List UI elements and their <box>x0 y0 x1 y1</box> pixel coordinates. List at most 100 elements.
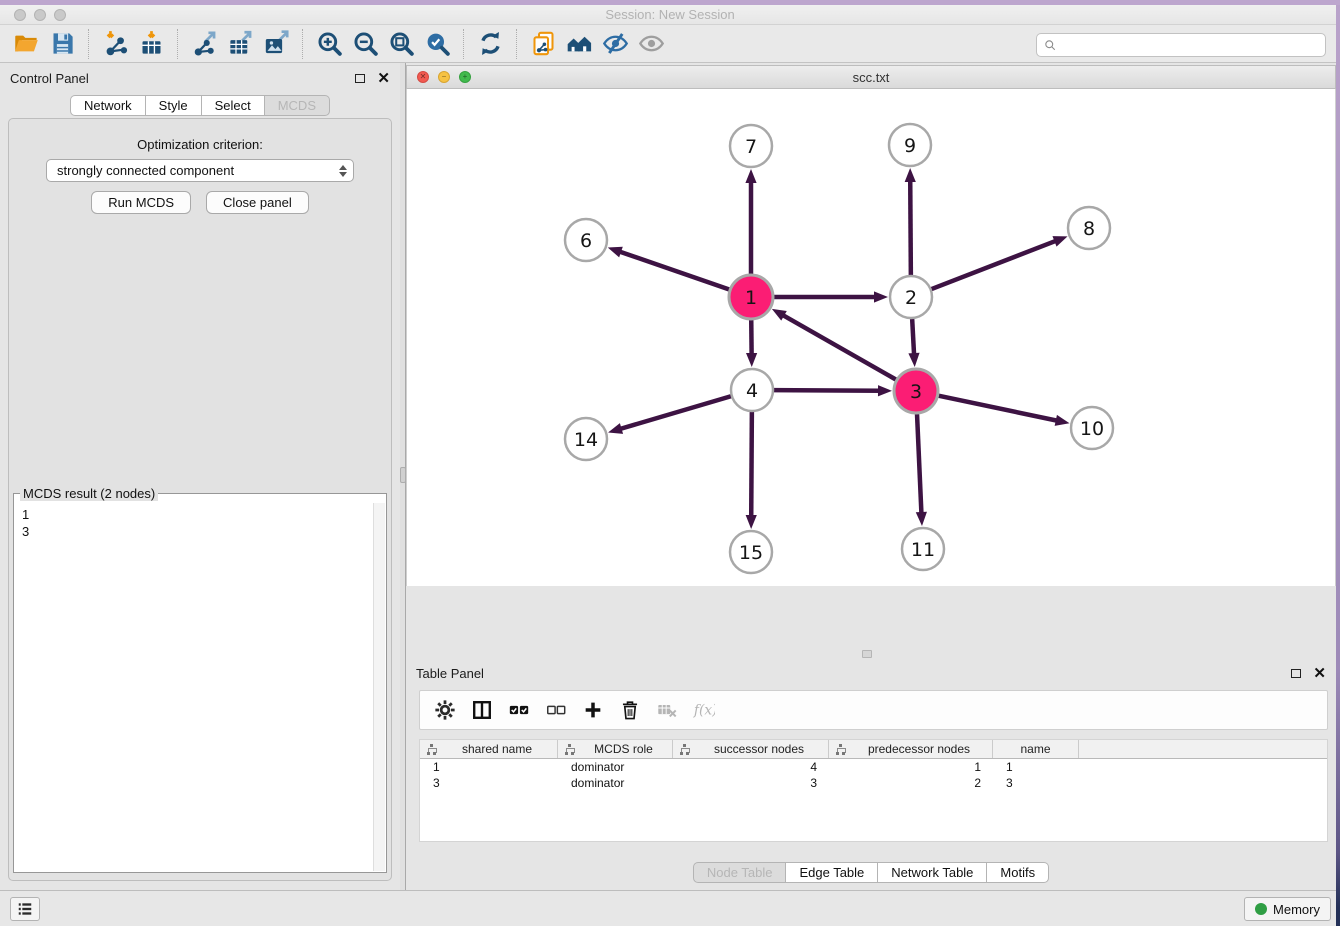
checks-off-icon <box>545 699 567 721</box>
table-cell[interactable]: 4 <box>673 760 829 774</box>
float-panel-icon[interactable] <box>355 74 365 83</box>
zoom-in-button[interactable] <box>311 27 347 61</box>
tab-style[interactable]: Style <box>146 95 202 116</box>
graph-edge-arrowhead <box>746 515 757 529</box>
table-settings-button[interactable] <box>430 695 459 725</box>
graph-edge-2-8[interactable] <box>932 240 1058 289</box>
column-display-button[interactable] <box>467 695 496 725</box>
table-cell[interactable]: dominator <box>558 760 673 774</box>
graph-edge-arrowhead <box>908 353 919 367</box>
table-cell[interactable]: 3 <box>420 776 558 790</box>
gear-icon <box>434 699 456 721</box>
column-label: MCDS role <box>581 742 666 756</box>
graph-node-label-11: 11 <box>911 539 935 561</box>
graph-edge-3-1[interactable] <box>781 314 896 379</box>
graph-edge-4-3[interactable] <box>774 390 881 391</box>
table-tab-node-table[interactable]: Node Table <box>693 862 787 883</box>
export-image-button[interactable] <box>258 27 294 61</box>
save-session-button[interactable] <box>44 27 80 61</box>
add-column-button[interactable] <box>578 695 607 725</box>
table-row-1[interactable]: 1dominator411 <box>420 759 1327 775</box>
checks-on-icon <box>508 699 530 721</box>
tab-mcds[interactable]: MCDS <box>265 95 330 116</box>
table-float-panel-icon[interactable] <box>1291 669 1301 678</box>
task-history-button[interactable] <box>10 897 40 921</box>
export-network-button[interactable] <box>186 27 222 61</box>
table-tab-edge-table[interactable]: Edge Table <box>786 862 878 883</box>
apply-layout-button[interactable] <box>472 27 508 61</box>
import-table-button[interactable] <box>133 27 169 61</box>
table-tab-motifs[interactable]: Motifs <box>987 862 1049 883</box>
clear-all-checkboxes-button[interactable] <box>541 695 570 725</box>
trash-icon <box>619 699 641 721</box>
export-network-icon <box>191 30 218 57</box>
close-panel-icon[interactable]: ✕ <box>377 71 390 86</box>
export-table-button[interactable] <box>222 27 258 61</box>
table-row-2[interactable]: 3dominator323 <box>420 775 1327 791</box>
toolbar-separator <box>302 29 303 59</box>
show-all-networks-button[interactable] <box>561 27 597 61</box>
delete-columns-button[interactable] <box>615 695 644 725</box>
memory-button[interactable]: Memory <box>1244 897 1331 921</box>
graph-edge-1-6[interactable] <box>618 251 729 289</box>
node-table: shared name MCDS role successor nodes prede… <box>419 739 1328 842</box>
graph-edge-4-15[interactable] <box>751 412 752 518</box>
hide-graphics-details-button[interactable] <box>597 27 633 61</box>
select-all-checkboxes-button[interactable] <box>504 695 533 725</box>
horizontal-splitter-handle[interactable] <box>862 650 872 658</box>
graph-edge-arrowhead <box>608 423 623 434</box>
table-panel: Table Panel ✕ f(x) shared nameMCDS roles… <box>406 660 1336 890</box>
column-label: predecessor nodes <box>852 742 986 756</box>
clone-network-button[interactable] <box>525 27 561 61</box>
graph-edge-3-11[interactable] <box>917 414 921 515</box>
result-scrollbar[interactable] <box>373 503 385 871</box>
zoom-selected-button[interactable] <box>419 27 455 61</box>
column-type-icon <box>835 744 846 755</box>
table-cell[interactable]: dominator <box>558 776 673 790</box>
optimization-dropdown[interactable]: strongly connected component <box>46 159 354 182</box>
table-cell[interactable]: 1 <box>829 760 993 774</box>
table-cell[interactable]: 1 <box>993 760 1079 774</box>
titlebar: Session: New Session <box>0 5 1340 25</box>
zoom-out-icon <box>352 30 379 57</box>
import-network-button[interactable] <box>97 27 133 61</box>
tab-select[interactable]: Select <box>202 95 265 116</box>
table-cell[interactable]: 3 <box>673 776 829 790</box>
table-close-panel-icon[interactable]: ✕ <box>1313 666 1326 681</box>
column-header-name[interactable]: name <box>993 740 1079 758</box>
control-panel-header: Control Panel ✕ <box>0 63 400 93</box>
graph-edge-2-9[interactable] <box>910 179 911 275</box>
folder-open-icon <box>13 30 40 57</box>
toolbar-separator <box>177 29 178 59</box>
open-session-button[interactable] <box>8 27 44 61</box>
graph-node-label-10: 10 <box>1080 418 1104 440</box>
table-cell[interactable]: 3 <box>993 776 1079 790</box>
graph-edge-3-10[interactable] <box>939 396 1059 421</box>
graph-edge-2-3[interactable] <box>912 319 914 356</box>
column-header-shared-name[interactable]: shared name <box>420 740 558 758</box>
column-type-icon <box>564 744 575 755</box>
close-panel-button[interactable]: Close panel <box>206 191 309 214</box>
column-header-successor-nodes[interactable]: successor nodes <box>673 740 829 758</box>
table-tab-network-table[interactable]: Network Table <box>878 862 987 883</box>
mcds-result-area[interactable]: 1 3 <box>15 503 385 871</box>
table-cell[interactable]: 1 <box>420 760 558 774</box>
search-box[interactable] <box>1036 33 1326 57</box>
tab-network[interactable]: Network <box>70 95 146 116</box>
network-window-titlebar[interactable]: ✕ − + scc.txt <box>406 65 1336 89</box>
zoom-out-button[interactable] <box>347 27 383 61</box>
function-builder-button: f(x) <box>689 695 718 725</box>
column-header-predecessor-nodes[interactable]: predecessor nodes <box>829 740 993 758</box>
column-header-MCDS-role[interactable]: MCDS role <box>558 740 673 758</box>
network-canvas[interactable]: 1234678910111415 <box>406 89 1336 586</box>
search-input[interactable] <box>1062 35 1319 55</box>
horizontal-splitter[interactable] <box>406 648 1336 660</box>
mcds-result-text: 1 3 <box>15 503 385 540</box>
table-cell[interactable]: 2 <box>829 776 993 790</box>
zoom-fit-icon <box>388 30 415 57</box>
zoom-fit-button[interactable] <box>383 27 419 61</box>
graph-edge-4-14[interactable] <box>619 396 731 429</box>
mcds-result-legend: MCDS result (2 nodes) <box>20 486 158 501</box>
node-table-header: shared name MCDS role successor nodes prede… <box>420 740 1327 759</box>
run-mcds-button[interactable]: Run MCDS <box>91 191 191 214</box>
